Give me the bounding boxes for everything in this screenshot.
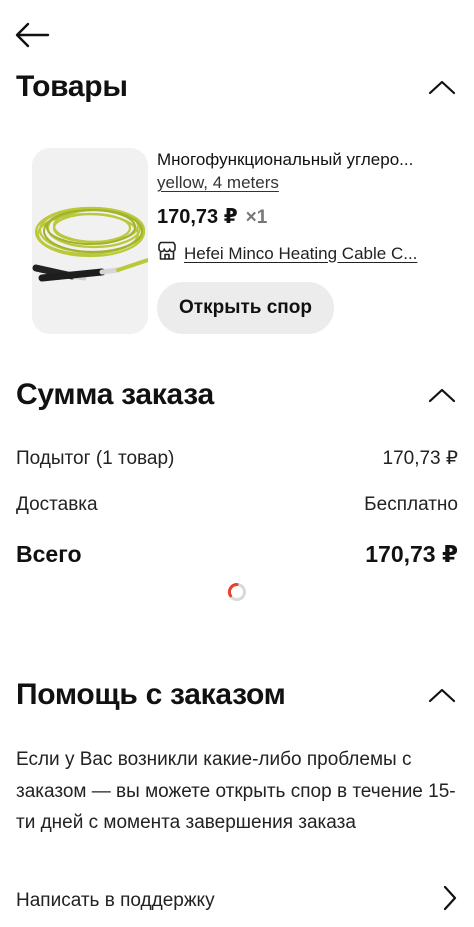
write-to-support-link[interactable]: Написать в поддержку (16, 884, 458, 918)
delivery-label: Доставка (16, 494, 98, 515)
chevron-up-icon[interactable] (426, 383, 458, 407)
help-section-header[interactable]: Помощь с заказом (16, 678, 458, 712)
store-name[interactable]: Hefei Minco Heating Cable C... (184, 244, 442, 264)
subtotal-label: Подытог (1 товар) (16, 447, 175, 469)
loading-spinner-icon (227, 582, 247, 602)
back-button[interactable] (14, 20, 54, 54)
product-price: 170,73 ₽ (157, 206, 238, 228)
subtotal-row: Подытог (1 товар) 170,73 ₽ (16, 447, 458, 470)
store-link[interactable]: Hefei Minco Heating Cable C... (157, 241, 442, 266)
total-label: Всего (16, 541, 82, 567)
chevron-up-icon[interactable] (426, 683, 458, 707)
support-link-label: Написать в поддержку (16, 890, 215, 911)
help-description: Если у Вас возникли какие-либо проблемы … (16, 749, 456, 833)
open-dispute-button[interactable]: Открыть спор (157, 282, 334, 334)
delivery-row: Доставка Бесплатно (16, 494, 458, 516)
chevron-up-icon[interactable] (426, 75, 458, 99)
chevron-right-icon (442, 884, 458, 918)
product-price-row: 170,73 ₽ ×1 (157, 204, 267, 229)
product-quantity: ×1 (245, 207, 268, 228)
products-section-title: Товары (16, 70, 128, 103)
summary-section-title: Сумма заказа (16, 378, 214, 411)
products-section-header[interactable]: Товары (16, 70, 458, 104)
product-title[interactable]: Многофункциональный углеро... (157, 150, 447, 170)
total-row: Всего 170,73 ₽ (16, 541, 458, 568)
total-value: 170,73 ₽ (365, 541, 458, 567)
arrow-left-icon (14, 22, 50, 53)
subtotal-value: 170,73 ₽ (382, 448, 458, 469)
delivery-value: Бесплатно (364, 494, 458, 515)
product-image[interactable] (32, 148, 148, 334)
store-icon (157, 241, 177, 266)
help-section-title: Помощь с заказом (16, 678, 286, 711)
summary-section-header[interactable]: Сумма заказа (16, 378, 458, 412)
product-variant[interactable]: yellow, 4 meters (157, 173, 279, 193)
